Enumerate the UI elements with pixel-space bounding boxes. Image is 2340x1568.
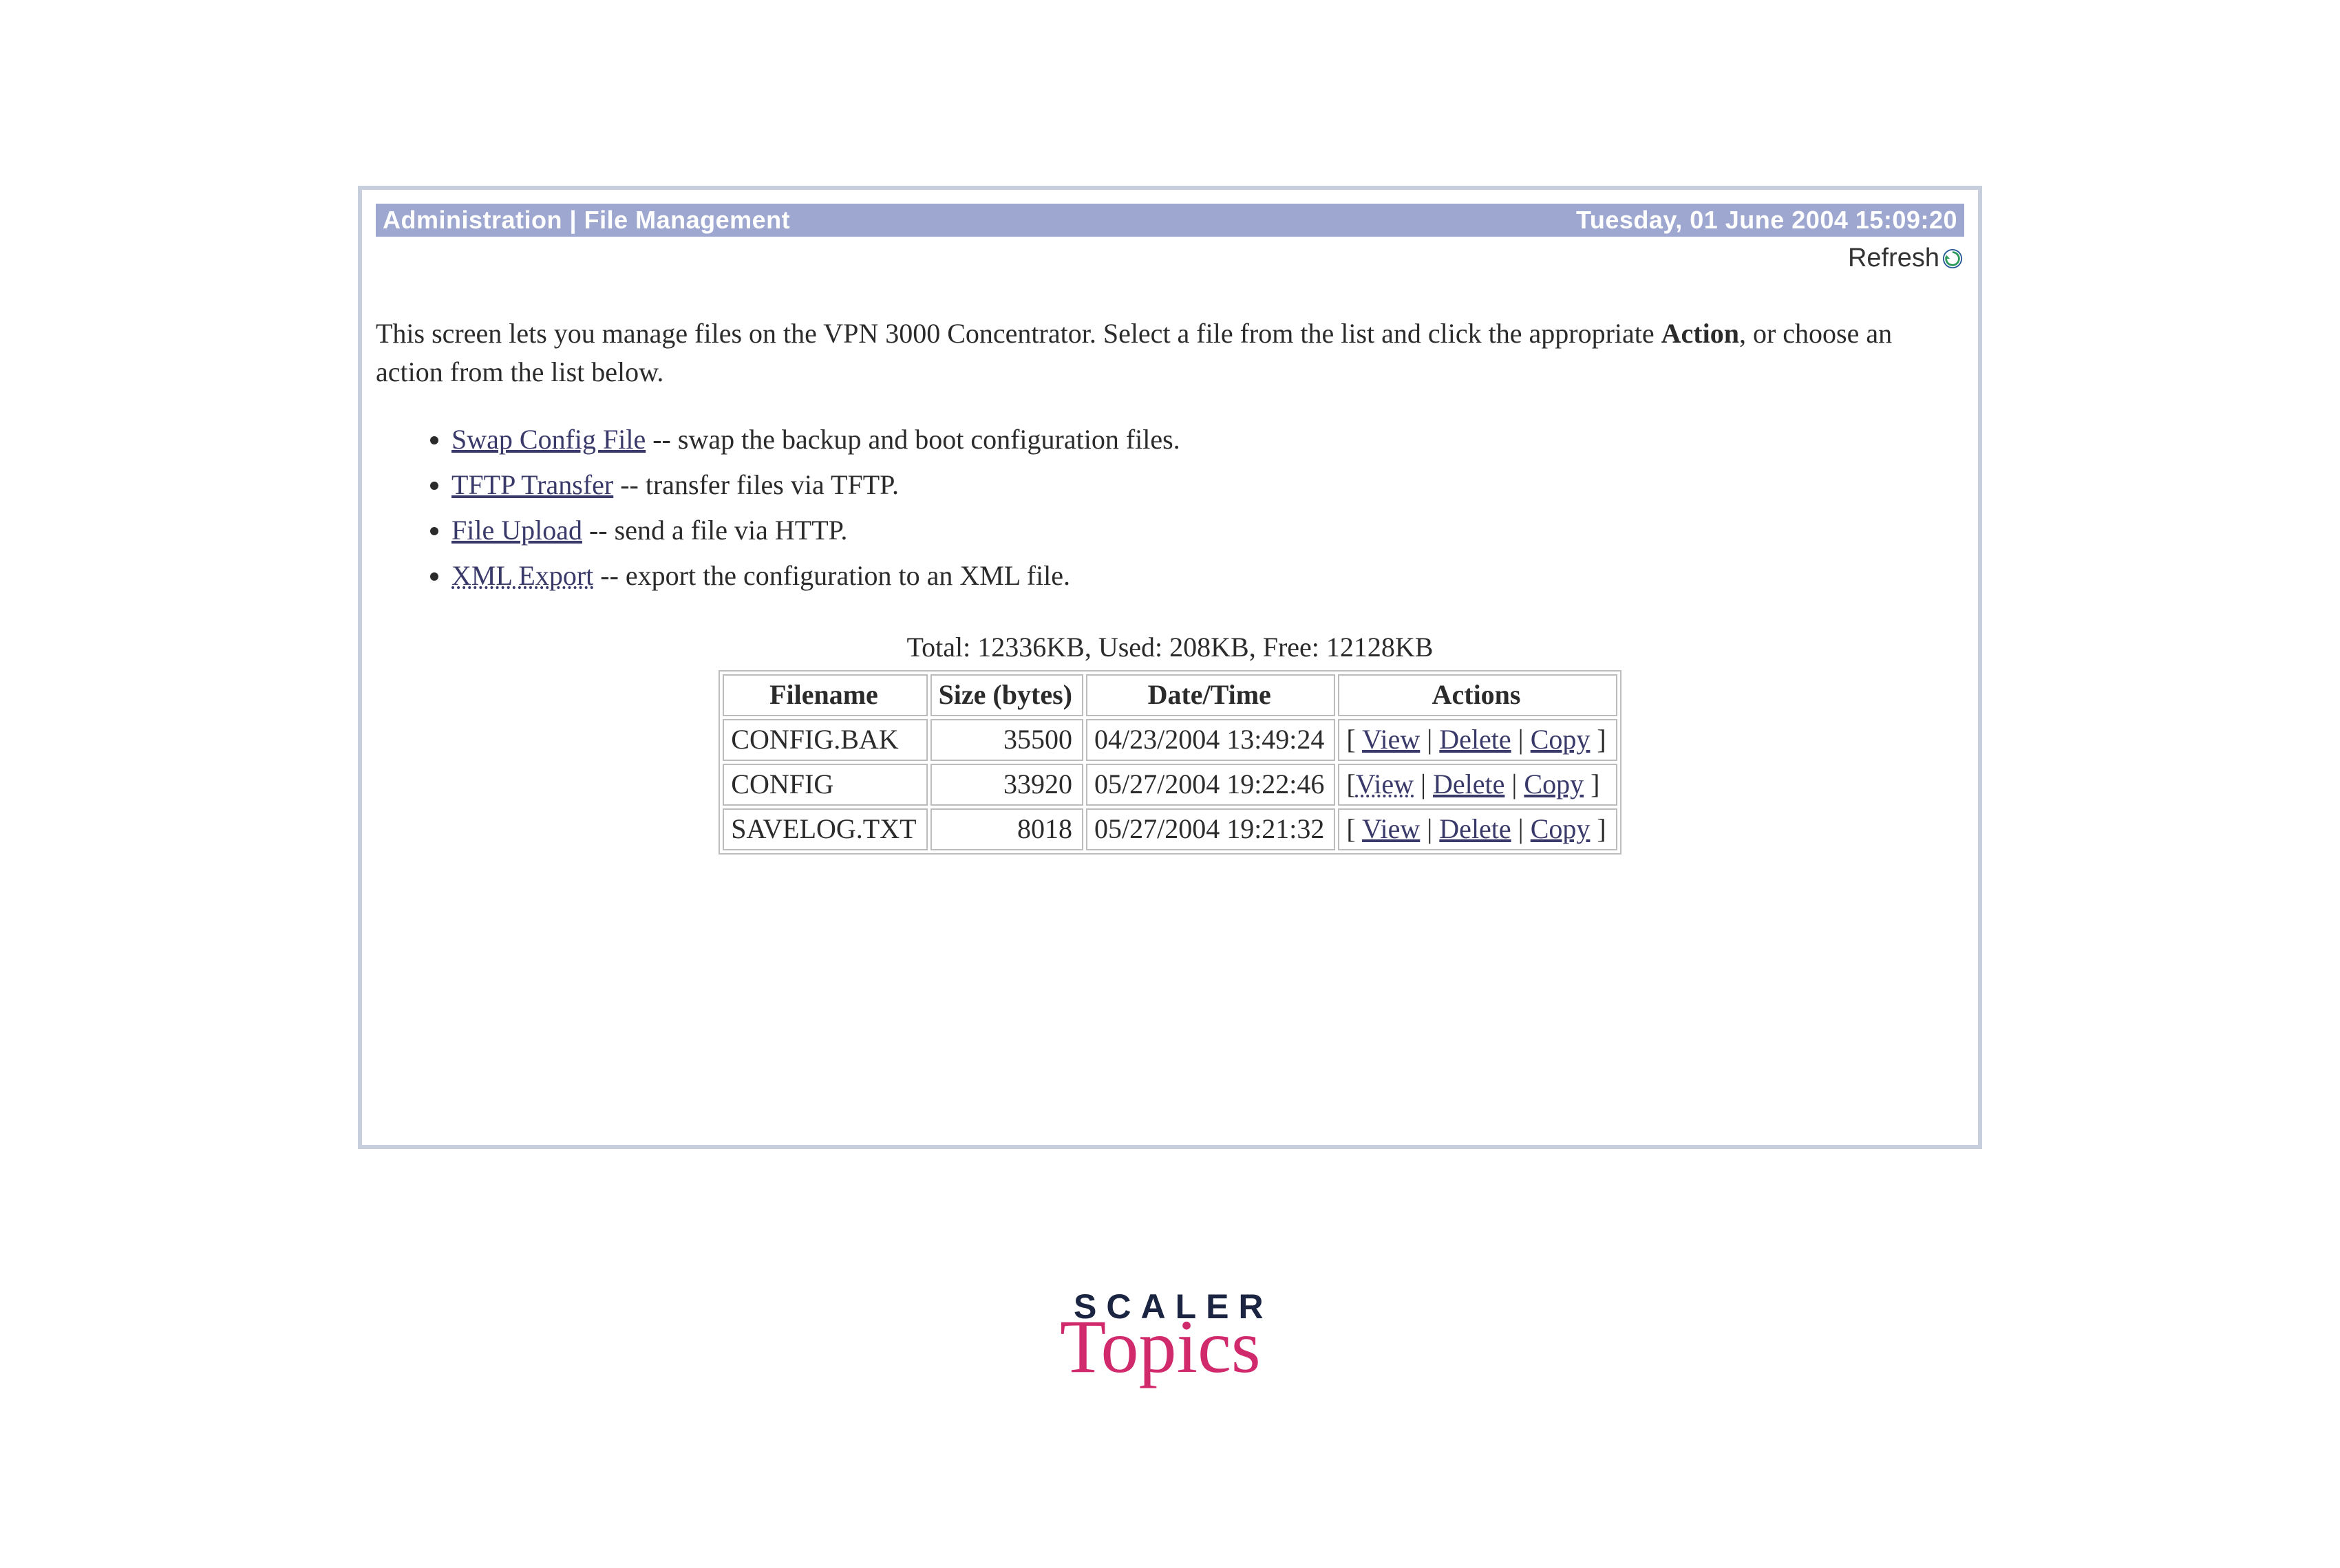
cell-actions: [ View | Delete | Copy ] <box>1338 719 1617 761</box>
cell-actions: [ View | Delete | Copy ] <box>1338 808 1617 850</box>
table-row: CONFIG.BAK 35500 04/23/2004 13:49:24 [ V… <box>723 719 1617 761</box>
list-item-desc: -- send a file via HTTP. <box>582 515 847 546</box>
scaler-topics-logo: SCALER Topics <box>1074 1287 1273 1381</box>
cell-size: 8018 <box>930 808 1083 850</box>
cell-datetime: 05/27/2004 19:21:32 <box>1086 808 1335 850</box>
intro-text: This screen lets you manage files on the… <box>376 314 1964 391</box>
view-link[interactable]: View <box>1356 769 1414 799</box>
swap-config-file-link[interactable]: Swap Config File <box>451 424 646 455</box>
cell-filename: CONFIG <box>723 764 927 806</box>
intro-bold: Action <box>1661 318 1739 349</box>
col-filename: Filename <box>723 674 927 716</box>
cell-filename: CONFIG.BAK <box>723 719 927 761</box>
view-link[interactable]: View <box>1362 813 1420 844</box>
view-link[interactable]: View <box>1362 724 1420 755</box>
file-upload-link[interactable]: File Upload <box>451 515 582 546</box>
intro-part1: This screen lets you manage files on the… <box>376 318 1661 349</box>
col-actions: Actions <box>1338 674 1617 716</box>
cell-datetime: 05/27/2004 19:22:46 <box>1086 764 1335 806</box>
list-item: XML Export -- export the configuration t… <box>451 555 1964 597</box>
action-list: Swap Config File -- swap the backup and … <box>417 419 1964 597</box>
copy-link[interactable]: Copy <box>1524 769 1584 799</box>
tftp-transfer-link[interactable]: TFTP Transfer <box>451 469 613 500</box>
list-item: File Upload -- send a file via HTTP. <box>451 510 1964 551</box>
list-item-desc: -- swap the backup and boot configuratio… <box>646 424 1180 455</box>
col-datetime: Date/Time <box>1086 674 1335 716</box>
cell-size: 33920 <box>930 764 1083 806</box>
logo-line2: Topics <box>1060 1313 1273 1381</box>
cell-actions: [View | Delete | Copy ] <box>1338 764 1617 806</box>
cell-filename: SAVELOG.TXT <box>723 808 927 850</box>
copy-link[interactable]: Copy <box>1531 724 1591 755</box>
file-table: Filename Size (bytes) Date/Time Actions … <box>719 670 1621 855</box>
refresh-link[interactable]: Refresh <box>1848 244 1963 272</box>
list-item-desc: -- export the configuration to an XML fi… <box>593 560 1070 591</box>
table-row: CONFIG 33920 05/27/2004 19:22:46 [View |… <box>723 764 1617 806</box>
list-item: TFTP Transfer -- transfer files via TFTP… <box>451 464 1964 506</box>
admin-file-management-panel: Administration | File Management Tuesday… <box>358 186 1982 1149</box>
delete-link[interactable]: Delete <box>1439 813 1511 844</box>
cell-size: 35500 <box>930 719 1083 761</box>
table-row: SAVELOG.TXT 8018 05/27/2004 19:21:32 [ V… <box>723 808 1617 850</box>
delete-link[interactable]: Delete <box>1433 769 1504 799</box>
table-header-row: Filename Size (bytes) Date/Time Actions <box>723 674 1617 716</box>
delete-link[interactable]: Delete <box>1439 724 1511 755</box>
storage-summary: Total: 12336KB, Used: 208KB, Free: 12128… <box>376 631 1964 663</box>
page-timestamp: Tuesday, 01 June 2004 15:09:20 <box>1576 204 1957 237</box>
title-bar: Administration | File Management Tuesday… <box>376 204 1964 237</box>
breadcrumb: Administration | File Management <box>383 204 790 237</box>
copy-link[interactable]: Copy <box>1531 813 1591 844</box>
list-item-desc: -- transfer files via TFTP. <box>613 469 899 500</box>
refresh-label: Refresh <box>1848 244 1939 272</box>
refresh-row: Refresh <box>376 244 1964 273</box>
list-item: Swap Config File -- swap the backup and … <box>451 419 1964 460</box>
cell-datetime: 04/23/2004 13:49:24 <box>1086 719 1335 761</box>
xml-export-link[interactable]: XML Export <box>451 560 593 591</box>
col-size: Size (bytes) <box>930 674 1083 716</box>
refresh-icon <box>1942 246 1963 267</box>
